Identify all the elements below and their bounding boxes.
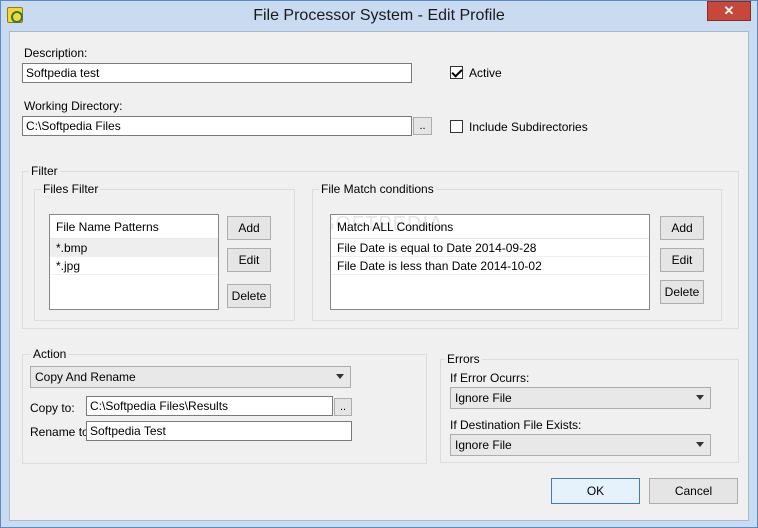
action-selected-value: Copy And Rename <box>35 370 136 384</box>
list-item[interactable]: File Date is equal to Date 2014-09-28 <box>331 239 649 257</box>
dialog-body: Description: Softpedia test Active Worki… <box>9 31 749 521</box>
description-input[interactable]: Softpedia test <box>22 63 412 83</box>
description-label: Description: <box>24 46 88 60</box>
file-pattern-edit-button[interactable]: Edit <box>227 248 271 272</box>
list-item[interactable]: *.jpg <box>50 257 218 275</box>
files-filter-legend: Files Filter <box>41 182 101 196</box>
list-item[interactable]: File Date is less than Date 2014-10-02 <box>331 257 649 275</box>
file-patterns-list[interactable]: File Name Patterns *.bmp *.jpg <box>49 214 219 310</box>
list-item[interactable]: *.bmp <box>50 239 218 257</box>
chevron-down-icon <box>696 442 704 447</box>
title-bar: File Processor System - Edit Profile ✕ <box>1 1 757 31</box>
condition-edit-button[interactable]: Edit <box>660 248 704 272</box>
filter-legend: Filter <box>29 164 60 178</box>
files-filter-group: Files Filter File Name Patterns *.bmp *.… <box>34 182 295 321</box>
active-checkbox[interactable] <box>450 66 463 79</box>
include-subdirectories-label: Include Subdirectories <box>469 120 588 134</box>
app-window: File Processor System - Edit Profile ✕ D… <box>0 0 758 528</box>
if-exists-label: If Destination File Exists: <box>450 418 582 432</box>
errors-group: Errors If Error Ocurrs: Ignore File If D… <box>440 352 739 463</box>
match-conditions-list[interactable]: SOFTPEDIA Match ALL Conditions File Date… <box>330 214 650 310</box>
include-subdirectories-checkbox[interactable] <box>450 120 463 133</box>
if-error-select[interactable]: Ignore File <box>450 387 711 409</box>
filter-group: Filter Files Filter File Name Patterns *… <box>22 164 739 329</box>
ok-button[interactable]: OK <box>551 478 640 504</box>
copy-to-label: Copy to: <box>30 401 75 415</box>
cancel-button[interactable]: Cancel <box>649 478 738 504</box>
active-label: Active <box>469 66 502 80</box>
file-pattern-add-button[interactable]: Add <box>227 216 271 240</box>
window-title: File Processor System - Edit Profile <box>253 7 505 24</box>
action-legend: Action <box>31 347 69 361</box>
file-pattern-delete-button[interactable]: Delete <box>227 284 271 308</box>
action-group: Action Copy And Rename Copy to: C:\Softp… <box>22 347 427 464</box>
condition-add-button[interactable]: Add <box>660 216 704 240</box>
match-conditions-group: File Match conditions SOFTPEDIA Match AL… <box>312 182 722 321</box>
working-directory-label: Working Directory: <box>24 99 123 113</box>
rename-to-input[interactable]: Softpedia Test <box>86 421 352 441</box>
file-patterns-header: File Name Patterns <box>50 215 218 239</box>
errors-legend: Errors <box>445 352 482 366</box>
if-exists-select[interactable]: Ignore File <box>450 434 711 456</box>
working-directory-input[interactable]: C:\Softpedia Files <box>22 116 412 136</box>
if-error-label: If Error Ocurrs: <box>450 371 530 385</box>
rename-to-label: Rename to: <box>30 425 93 439</box>
action-select[interactable]: Copy And Rename <box>30 366 351 388</box>
copy-to-input[interactable]: C:\Softpedia Files\Results <box>86 396 333 416</box>
close-button[interactable]: ✕ <box>707 1 751 21</box>
condition-delete-button[interactable]: Delete <box>660 280 704 304</box>
match-conditions-header: Match ALL Conditions <box>331 215 649 239</box>
if-error-selected-value: Ignore File <box>455 391 512 405</box>
copy-to-browse-button[interactable]: .. <box>334 398 352 416</box>
match-conditions-legend: File Match conditions <box>319 182 436 196</box>
if-exists-selected-value: Ignore File <box>455 438 512 452</box>
chevron-down-icon <box>696 395 704 400</box>
chevron-down-icon <box>336 374 344 379</box>
working-directory-browse-button[interactable]: .. <box>413 117 432 135</box>
